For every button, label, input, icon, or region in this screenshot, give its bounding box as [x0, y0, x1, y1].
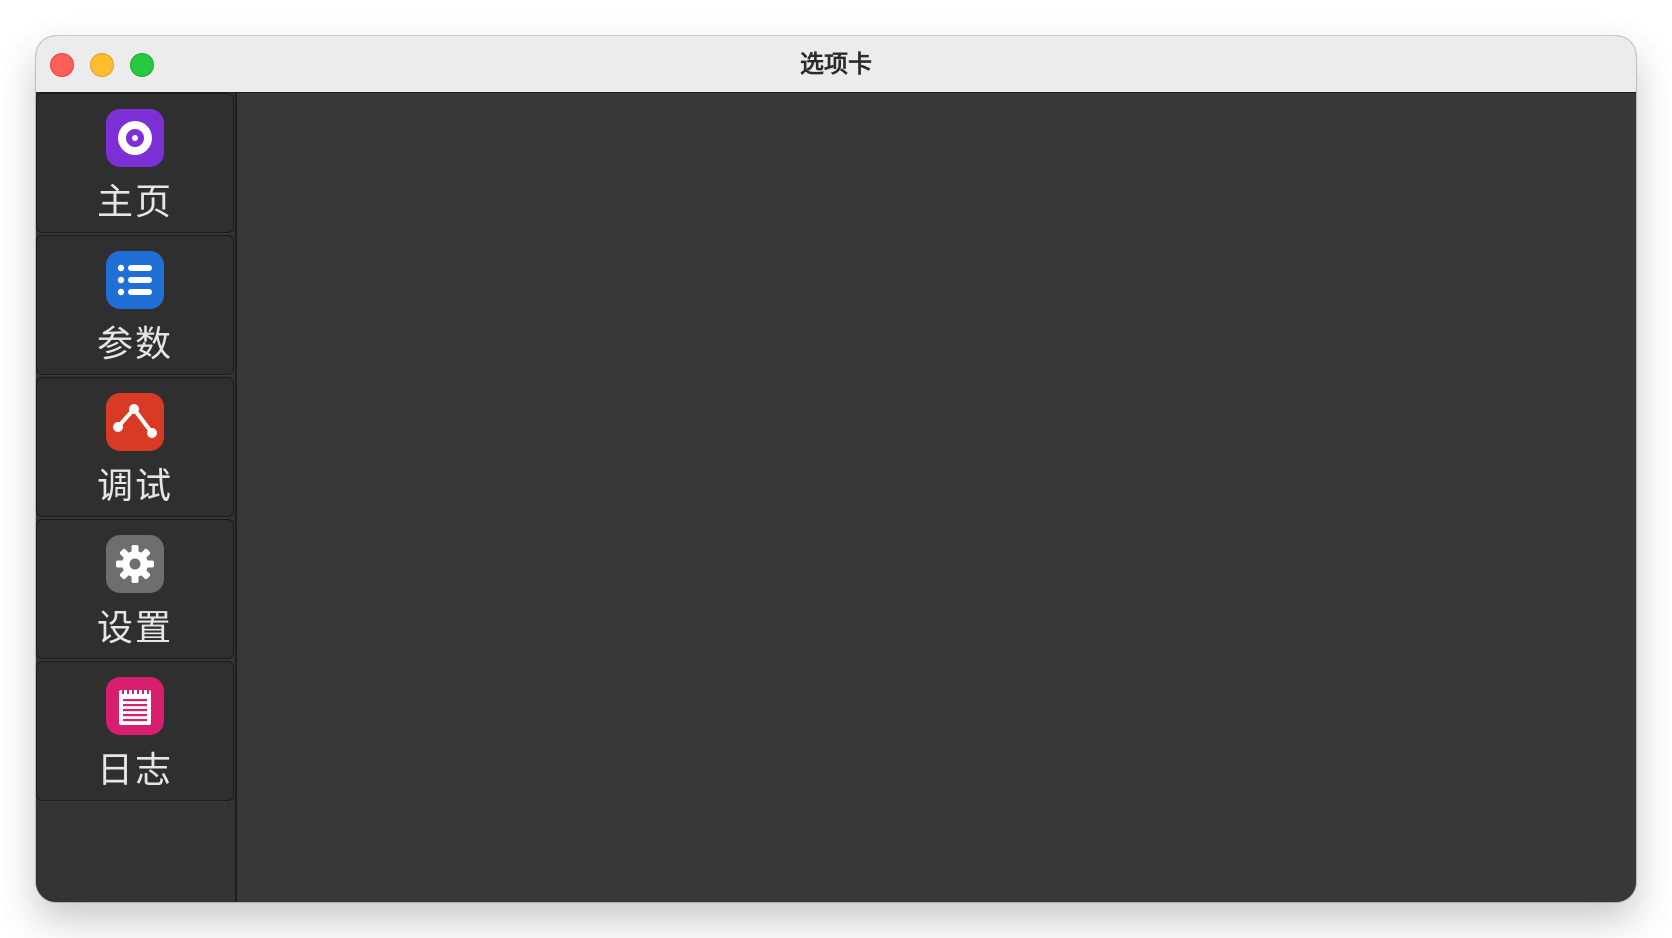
app-window: 选项卡 主页 参数 调试 设置 日志 [36, 36, 1636, 902]
window-title: 选项卡 [800, 50, 872, 78]
graph-nodes-icon [106, 393, 164, 451]
tab-label: 参数 [96, 324, 173, 365]
tab-debug[interactable]: 调试 [36, 377, 234, 517]
tab-log[interactable]: 日志 [36, 661, 234, 801]
tab-sidebar: 主页 参数 调试 设置 日志 [36, 93, 237, 902]
notepad-icon [106, 677, 164, 735]
tab-label: 主页 [96, 182, 173, 223]
window-body: 主页 参数 调试 设置 日志 [36, 93, 1636, 902]
title-bar[interactable]: 选项卡 [36, 36, 1636, 93]
tab-label: 调试 [96, 466, 173, 507]
tab-settings[interactable]: 设置 [36, 519, 234, 659]
tab-label: 设置 [96, 608, 173, 649]
home-disc-icon [106, 109, 164, 167]
tab-label: 日志 [96, 750, 173, 791]
tab-parameters[interactable]: 参数 [36, 235, 234, 375]
gear-icon [106, 535, 164, 593]
list-icon [106, 251, 164, 309]
tab-home[interactable]: 主页 [36, 93, 234, 233]
tab-content-area [237, 93, 1636, 902]
